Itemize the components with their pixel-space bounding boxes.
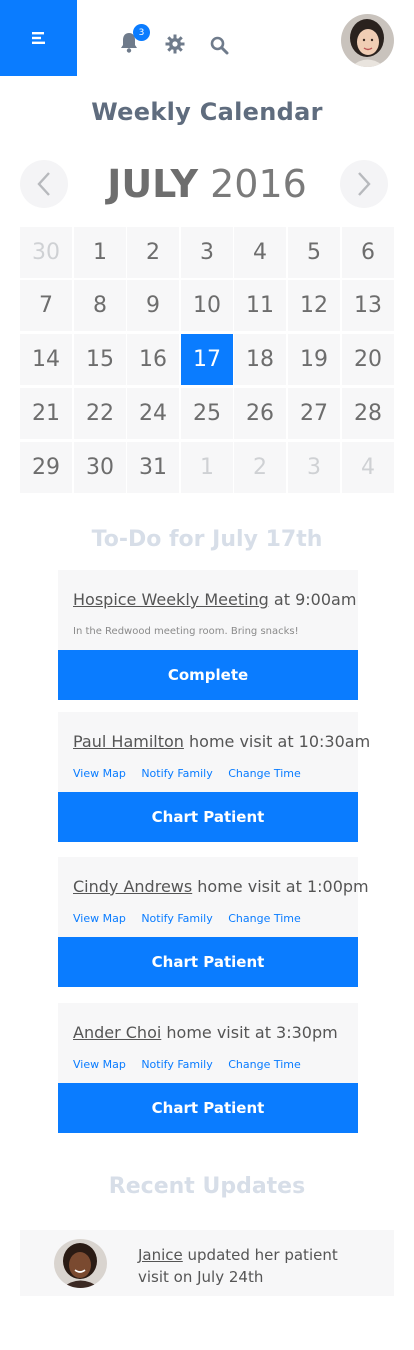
- calendar-day[interactable]: 14: [20, 334, 72, 385]
- todo-links: View Map Notify Family Change Time: [73, 1058, 313, 1071]
- search-button[interactable]: [210, 36, 232, 58]
- calendar-day[interactable]: 24: [127, 388, 179, 439]
- calendar-day[interactable]: 19: [288, 334, 340, 385]
- menu-button[interactable]: [0, 0, 77, 76]
- calendar-grid: 30 1 2 3 4 5 6 7 8 9 10 11 12 13 14 15 16 17 18 19 20 21 22 24 2…: [20, 227, 394, 493]
- calendar-day[interactable]: 30: [20, 227, 72, 278]
- user-avatar[interactable]: [341, 14, 394, 67]
- notify-family-link[interactable]: Notify Family: [141, 912, 212, 925]
- todo-heading: To-Do for July 17th: [91, 527, 323, 552]
- view-map-link[interactable]: View Map: [73, 912, 126, 925]
- notify-family-link[interactable]: Notify Family: [141, 767, 212, 780]
- chart-patient-button[interactable]: Chart Patient: [58, 792, 358, 842]
- chevron-right-icon: [358, 172, 371, 196]
- calendar-day[interactable]: 16: [127, 334, 179, 385]
- todo-time: at 9:00am: [268, 590, 357, 609]
- calendar-day[interactable]: 11: [234, 280, 286, 331]
- calendar-day[interactable]: 17: [181, 334, 233, 385]
- update-item: Janice updated her patient visit on July…: [20, 1230, 394, 1296]
- update-text: Janice updated her patient visit on July…: [138, 1244, 368, 1288]
- calendar-day[interactable]: 7: [20, 280, 72, 331]
- calendar-day[interactable]: 3: [288, 442, 340, 493]
- calendar-day[interactable]: 13: [342, 280, 394, 331]
- notify-family-link[interactable]: Notify Family: [141, 1058, 212, 1071]
- gear-icon: [165, 34, 185, 54]
- calendar-day[interactable]: 26: [234, 388, 286, 439]
- todo-card: Ander Choi home visit at 3:30pm View Map…: [58, 1003, 358, 1083]
- user-link[interactable]: Janice: [138, 1246, 183, 1264]
- settings-button[interactable]: [165, 34, 187, 56]
- calendar-day[interactable]: 12: [288, 280, 340, 331]
- calendar-day[interactable]: 25: [181, 388, 233, 439]
- calendar-day[interactable]: 2: [234, 442, 286, 493]
- view-map-link[interactable]: View Map: [73, 1058, 126, 1071]
- calendar-day[interactable]: 6: [342, 227, 394, 278]
- avatar: [54, 1239, 107, 1288]
- todo-title: Paul Hamilton home visit at 10:30am: [73, 732, 370, 751]
- change-time-link[interactable]: Change Time: [228, 912, 301, 925]
- todo-note: In the Redwood meeting room. Bring snack…: [73, 626, 299, 637]
- calendar-day[interactable]: 1: [74, 227, 126, 278]
- patient-link[interactable]: Cindy Andrews: [73, 877, 192, 896]
- todo-card: Cindy Andrews home visit at 1:00pm View …: [58, 857, 369, 937]
- next-month-button[interactable]: [340, 160, 388, 208]
- calendar-day[interactable]: 4: [234, 227, 286, 278]
- calendar-day[interactable]: 30: [74, 442, 126, 493]
- chart-patient-button[interactable]: Chart Patient: [58, 937, 358, 987]
- search-icon: [210, 36, 229, 55]
- patient-link[interactable]: Ander Choi: [73, 1023, 161, 1042]
- calendar-day[interactable]: 9: [127, 280, 179, 331]
- calendar-day[interactable]: 18: [234, 334, 286, 385]
- patient-link[interactable]: Paul Hamilton: [73, 732, 184, 751]
- calendar-day[interactable]: 28: [342, 388, 394, 439]
- calendar-day[interactable]: 5: [288, 227, 340, 278]
- calendar-day[interactable]: 22: [74, 388, 126, 439]
- todo-title: Cindy Andrews home visit at 1:00pm: [73, 877, 369, 896]
- calendar-day[interactable]: 20: [342, 334, 394, 385]
- notification-badge: 3: [133, 24, 150, 41]
- todo-time: home visit at 10:30am: [183, 732, 371, 751]
- calendar-day[interactable]: 1: [181, 442, 233, 493]
- calendar-day[interactable]: 15: [74, 334, 126, 385]
- calendar-day[interactable]: 21: [20, 388, 72, 439]
- todo-card: Paul Hamilton home visit at 10:30am View…: [58, 712, 370, 792]
- menu-icon: [31, 32, 45, 44]
- calendar-day[interactable]: 10: [181, 280, 233, 331]
- calendar-day[interactable]: 8: [74, 280, 126, 331]
- updates-heading: Recent Updates: [108, 1174, 306, 1199]
- complete-button[interactable]: Complete: [58, 650, 358, 700]
- todo-link[interactable]: Hospice Weekly Meeting: [73, 590, 269, 609]
- todo-links: View Map Notify Family Change Time: [73, 767, 313, 780]
- chart-patient-button[interactable]: Chart Patient: [58, 1083, 358, 1133]
- calendar-day[interactable]: 3: [181, 227, 233, 278]
- calendar-day[interactable]: 2: [127, 227, 179, 278]
- year-label: 2016: [210, 162, 307, 206]
- calendar-day[interactable]: 31: [127, 442, 179, 493]
- todo-time: home visit at 1:00pm: [192, 877, 369, 896]
- calendar-day[interactable]: 29: [20, 442, 72, 493]
- page-title: Weekly Calendar: [91, 98, 323, 126]
- month-name: JULY: [107, 162, 198, 206]
- todo-title: Hospice Weekly Meeting at 9:00am: [73, 590, 356, 609]
- todo-time: home visit at 3:30pm: [161, 1023, 338, 1042]
- top-bar: 3: [0, 0, 414, 76]
- todo-title: Ander Choi home visit at 3:30pm: [73, 1023, 338, 1042]
- todo-links: View Map Notify Family Change Time: [73, 912, 313, 925]
- todo-card: Hospice Weekly Meeting at 9:00am In the …: [58, 570, 358, 650]
- view-map-link[interactable]: View Map: [73, 767, 126, 780]
- calendar-day[interactable]: 27: [288, 388, 340, 439]
- calendar-day[interactable]: 4: [342, 442, 394, 493]
- change-time-link[interactable]: Change Time: [228, 1058, 301, 1071]
- change-time-link[interactable]: Change Time: [228, 767, 301, 780]
